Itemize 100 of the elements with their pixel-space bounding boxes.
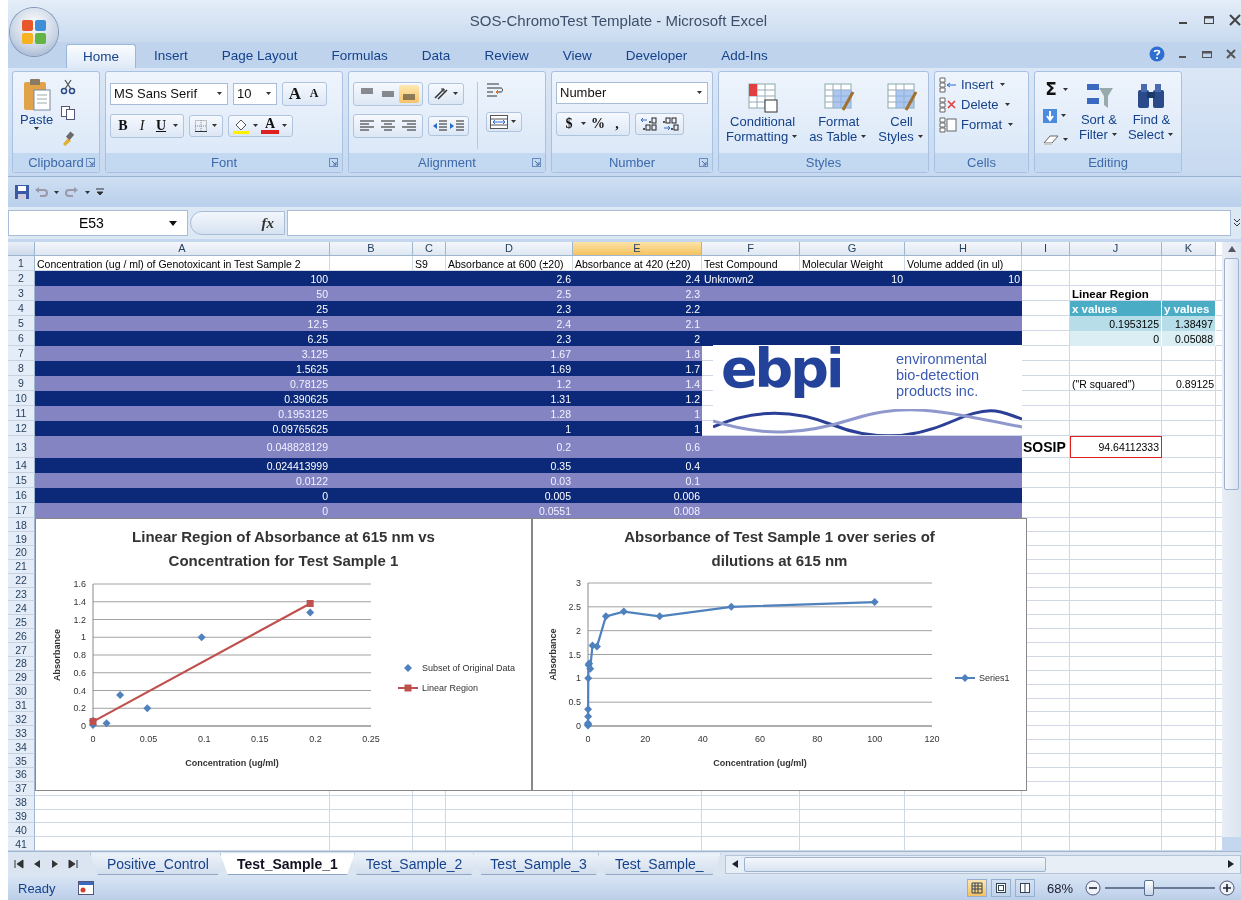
close-icon[interactable] — [1229, 14, 1241, 26]
row-number[interactable]: 8 — [8, 361, 35, 377]
sheet-tab[interactable]: Test_Sample_1 — [219, 853, 355, 876]
row-number[interactable]: 13 — [8, 436, 35, 459]
view-button[interactable] — [1014, 879, 1035, 898]
scroll-left-icon[interactable] — [731, 860, 738, 869]
row-number[interactable]: 25 — [8, 615, 35, 630]
autosum-button[interactable]: Σ — [1042, 80, 1060, 99]
row-number[interactable]: 34 — [8, 740, 35, 755]
editing-button[interactable]: Find & Select — [1124, 77, 1179, 150]
styles-button[interactable]: Conditional Formatting — [723, 79, 803, 150]
center-align-icon[interactable] — [380, 118, 396, 133]
number-format-dropdown[interactable]: Number — [556, 81, 708, 104]
dialog-launcher-icon[interactable] — [699, 158, 708, 168]
merge-cells-icon[interactable] — [490, 114, 508, 129]
comma-button[interactable]: , — [608, 114, 626, 133]
view-button[interactable] — [990, 879, 1011, 898]
scroll-up-icon[interactable] — [1227, 246, 1236, 253]
slider-thumb[interactable] — [1144, 880, 1154, 897]
zoom-in-icon[interactable] — [1219, 880, 1235, 897]
formula-grip[interactable]: fx — [190, 211, 285, 236]
italic-button[interactable]: I — [133, 116, 151, 135]
ribbon-tab[interactable]: Data — [405, 43, 467, 68]
ribbon-tab[interactable]: Add-Ins — [705, 43, 784, 68]
row-number[interactable]: 19 — [8, 532, 35, 546]
row-number[interactable]: 4 — [8, 301, 35, 317]
row-number[interactable]: 10 — [8, 391, 35, 407]
ribbon-tab[interactable]: View — [546, 43, 608, 68]
row-number[interactable]: 6 — [8, 331, 35, 347]
decrease-indent-icon[interactable] — [432, 118, 448, 133]
chart-panel[interactable]: Linear Region of Absorbance at 615 nm vs Concentration for Test Sample 1 0 0.2 0.4 0.6 0.8 1 1.2 1.4 1.6 0 0.05 0.1 0.15 0.2 0.25 Concentration (ug/ml) Absorbance Subset of Original Data Linear Region — [35, 518, 532, 792]
dialog-launcher-icon[interactable] — [532, 158, 541, 168]
formula-input[interactable] — [287, 210, 1231, 237]
previous-sheet-icon[interactable] — [32, 859, 42, 870]
row-number[interactable]: 24 — [8, 601, 35, 616]
increase-decimal-icon[interactable] — [639, 115, 659, 132]
row-number[interactable]: 12 — [8, 421, 35, 437]
save-icon[interactable] — [14, 184, 30, 201]
ribbon-tab[interactable]: Home — [66, 43, 136, 68]
ribbon-tab[interactable]: Developer — [609, 43, 704, 68]
fill-down-icon[interactable] — [1042, 107, 1058, 124]
row-number[interactable]: 41 — [8, 837, 35, 852]
scroll-right-icon[interactable] — [1228, 860, 1234, 869]
row-number[interactable]: 5 — [8, 316, 35, 332]
row-number[interactable]: 32 — [8, 712, 35, 727]
first-sheet-icon[interactable] — [14, 859, 24, 870]
column-header[interactable]: E — [573, 242, 702, 257]
row-number[interactable]: 27 — [8, 643, 35, 657]
row-number[interactable]: 40 — [8, 823, 35, 838]
paste-button[interactable]: Paste — [17, 75, 57, 150]
brush-icon[interactable] — [60, 130, 77, 147]
column-header[interactable]: A — [35, 242, 330, 257]
bold-button[interactable]: B — [114, 116, 132, 135]
editing-button[interactable]: Sort & Filter — [1076, 77, 1122, 150]
borders-icon[interactable] — [193, 117, 209, 134]
chart-panel[interactable]: Absorbance of Test Sample 1 over series of dilutions at 615 nm 0 0.5 1 1.5 2 2.5 3 0 20 40 60 80 100 120 Concentration (ug/ml) Absorbance Series1 — [532, 518, 1027, 792]
vertical-scrollbar[interactable] — [1222, 242, 1241, 838]
macro-record-icon[interactable] — [77, 881, 94, 896]
scrollbar-thumb[interactable] — [1224, 258, 1239, 491]
dialog-launcher-icon[interactable] — [329, 158, 338, 168]
column-header[interactable]: C — [413, 242, 446, 257]
dialog-launcher-icon[interactable] — [86, 158, 95, 168]
orientation-icon[interactable] — [432, 85, 450, 102]
row-number[interactable]: 2 — [8, 271, 35, 287]
eraser-icon[interactable] — [1042, 132, 1060, 147]
currency-button[interactable]: $ — [560, 114, 578, 133]
cells-button[interactable]: Insert — [939, 76, 1024, 93]
column-header[interactable]: B — [330, 242, 413, 257]
shrink-font-button[interactable]: A — [305, 84, 323, 103]
expand-icon[interactable] — [1233, 218, 1241, 229]
scissors-icon[interactable] — [60, 78, 77, 95]
zoom-out-icon[interactable] — [1085, 880, 1101, 897]
row-number[interactable]: 3 — [8, 286, 35, 302]
row-number[interactable]: 17 — [8, 503, 35, 519]
sheet-tab[interactable]: Test_Sample_ — [597, 853, 721, 876]
styles-button[interactable]: Cell Styles — [875, 79, 928, 150]
row-number[interactable]: 35 — [8, 754, 35, 768]
row-number[interactable]: 14 — [8, 458, 35, 474]
help-icon[interactable] — [1149, 45, 1165, 62]
row-number[interactable]: 11 — [8, 406, 35, 422]
zoom-level[interactable]: 68% — [1046, 880, 1073, 896]
row-number[interactable]: 16 — [8, 488, 35, 504]
row-number[interactable]: 15 — [8, 473, 35, 489]
customize-toolbar-icon[interactable] — [96, 188, 104, 197]
column-header[interactable]: J — [1070, 242, 1162, 257]
horizontal-scrollbar[interactable] — [724, 854, 1241, 874]
font-size-dropdown[interactable]: 10 — [233, 82, 277, 105]
percent-button[interactable]: % — [589, 114, 607, 133]
column-header[interactable]: K — [1162, 242, 1216, 257]
styles-button[interactable]: Format as Table — [806, 79, 872, 150]
scrollbar-thumb[interactable] — [743, 856, 1046, 872]
column-header[interactable]: H — [905, 242, 1022, 257]
row-number[interactable]: 1 — [8, 256, 35, 272]
font-name-dropdown[interactable]: MS Sans Serif — [110, 82, 228, 105]
next-sheet-icon[interactable] — [50, 859, 60, 870]
ribbon-tab[interactable]: Formulas — [315, 43, 404, 68]
name-box[interactable]: E53 — [8, 210, 188, 237]
column-header[interactable]: I — [1022, 242, 1070, 257]
insert-function-button[interactable]: fx — [261, 214, 274, 232]
row-number[interactable]: 7 — [8, 346, 35, 362]
